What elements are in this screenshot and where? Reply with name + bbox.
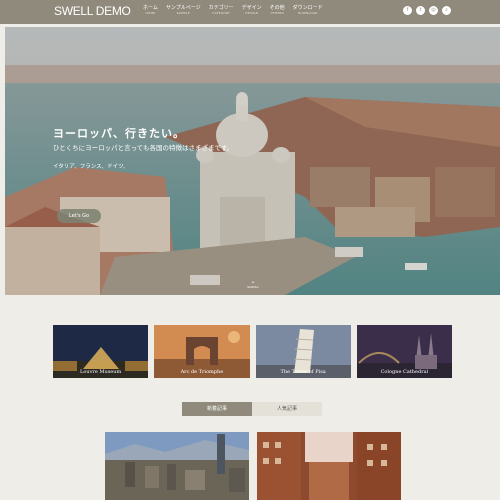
hero-subtitle: ひとくちにヨーロッパと言っても各国の特徴はさまざまです。 (53, 144, 234, 152)
site-logo[interactable]: SWELL DEMO (54, 4, 131, 18)
social-icons: f t ◎ ⌕ (403, 6, 451, 15)
pickup-label: Cologne Cathedral (380, 369, 429, 375)
post-thumbnail (105, 432, 249, 500)
nav-item-others[interactable]: その他 OTHERS (270, 5, 285, 16)
tab-new-posts[interactable]: 新着記事 (182, 402, 252, 416)
instagram-icon[interactable]: ◎ (429, 6, 438, 15)
pickup-banner-cologne[interactable]: Cologne Cathedral (356, 325, 452, 378)
pickup-banner-arc[interactable]: Arc de Triomphe (154, 325, 250, 378)
post-thumbnail (257, 432, 401, 500)
hero-title: ヨーロッパ、行きたい。 (53, 127, 185, 140)
site-header: SWELL DEMO ホーム HOME サンプルページ SAMPLE カテゴリー… (0, 0, 500, 24)
nav-item-category[interactable]: カテゴリー CATEGORY (209, 5, 234, 16)
tab-popular-posts[interactable]: 人気記事 (252, 402, 322, 416)
search-icon[interactable]: ⌕ (442, 6, 451, 15)
nav-sublabel: HOME (145, 11, 156, 15)
nav-item-sample[interactable]: サンプルページ SAMPLE (166, 5, 201, 16)
global-nav: ホーム HOME サンプルページ SAMPLE カテゴリー CATEGORY デ… (143, 5, 323, 16)
hero-cta-button[interactable]: Let's Go (57, 209, 101, 223)
facebook-icon[interactable]: f (403, 6, 412, 15)
nav-item-design[interactable]: デザイン DESIGN (242, 5, 262, 16)
pickup-banners: Louvre Museum Arc de Triomphe The Tower … (53, 325, 452, 378)
hero-section: ヨーロッパ、行きたい。 ひとくちにヨーロッパと言っても各国の特徴はさまざまです。… (5, 27, 500, 295)
nav-item-home[interactable]: ホーム HOME (143, 5, 158, 16)
nav-sublabel: OTHERS (270, 11, 284, 15)
post-card[interactable] (257, 432, 401, 500)
pickup-banner-louvre[interactable]: Louvre Museum (53, 325, 149, 378)
pickup-label: The Tower of Pisa (280, 369, 326, 375)
post-tabs: 新着記事 人気記事 (182, 402, 322, 416)
nav-item-download[interactable]: ダウンロード DOWNLOAD (293, 5, 323, 16)
hero-image (5, 27, 500, 295)
post-card[interactable] (105, 432, 249, 500)
nav-sublabel: DOWNLOAD (297, 11, 318, 15)
nav-sublabel: CATEGORY (212, 11, 230, 15)
hero-caption: イタリア、フランス、ドイツ、 (53, 164, 129, 170)
scroll-label: SCROLL (247, 285, 259, 289)
nav-sublabel: SAMPLE (176, 11, 190, 15)
scroll-indicator[interactable]: ⌄ SCROLL (241, 279, 265, 290)
twitter-icon[interactable]: t (416, 6, 425, 15)
pickup-label: Arc de Triomphe (180, 369, 224, 375)
nav-sublabel: DESIGN (245, 11, 259, 15)
pickup-banner-pisa[interactable]: The Tower of Pisa (255, 325, 351, 378)
pickup-label: Louvre Museum (80, 369, 122, 375)
